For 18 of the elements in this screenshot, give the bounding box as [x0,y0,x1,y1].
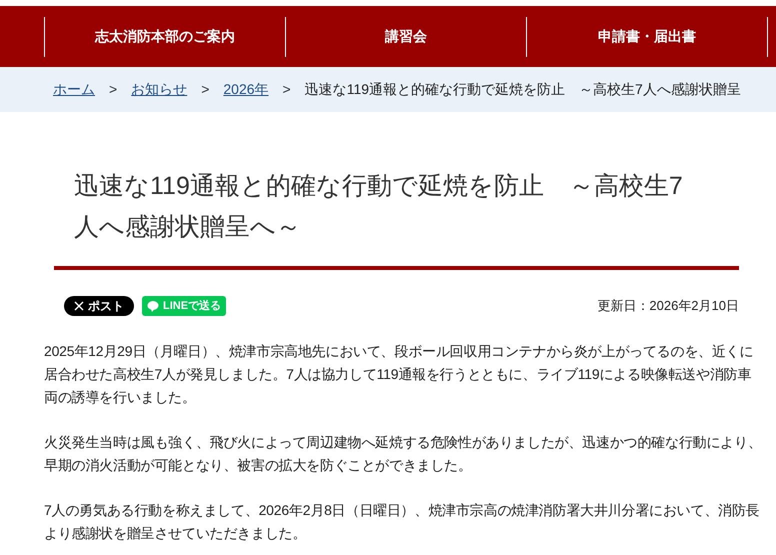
nav-item[interactable]: 志太消防本部のご案内 [44,16,285,56]
nav-item[interactable]: 講習会 [285,16,526,56]
breadcrumb-link[interactable]: 2026年 [223,79,269,100]
breadcrumb-separator: > [201,80,210,99]
post-button[interactable]: ポスト [64,296,134,316]
x-logo-icon [74,301,84,311]
breadcrumb-link[interactable]: お知らせ [131,79,188,100]
article-paragraph: 火災発生当時は風も強く、飛び火によって周辺建物へ延焼する危険性がありましたが、迅速かつ的確な行動により、早期の消火活動が可能となり、被害の拡大を防ぐことができました。 [44,433,762,475]
breadcrumb-link[interactable]: ホーム [53,79,95,100]
article-title: 迅速な119通報と的確な行動で延焼を防止 ～高校生7人へ感謝状贈呈へ～ [73,171,684,243]
article-paragraph: 7人の勇気ある行動を称えまして、2026年2月8日（日曜日）、焼津市宗高の焼津消防署大井川分署において、消防長より感謝状を贈呈させていただきました。 [44,501,761,543]
breadcrumb-current: 迅速な119通報と的確な行動で延焼を防止 ～高校生7人へ感謝状贈呈 [304,80,741,99]
chat-bubble-icon [147,300,159,312]
updated-date: 更新日：2026年2月10日 [597,297,739,316]
breadcrumb-separator: > [109,80,118,99]
article-paragraph: 2025年12月29日（月曜日）、焼津市宗高地先において、段ボール回収用コンテナから炎が上がってるのを、近くに居合わせた高校生7人が発見しました。7人は協力して119通報を行うとともに、ライブ119による映像転送や消防車両の誘導を行いました。 [44,342,754,407]
breadcrumb-separator: > [282,80,291,99]
nav-item[interactable]: 申請書・届出書 [526,16,767,56]
